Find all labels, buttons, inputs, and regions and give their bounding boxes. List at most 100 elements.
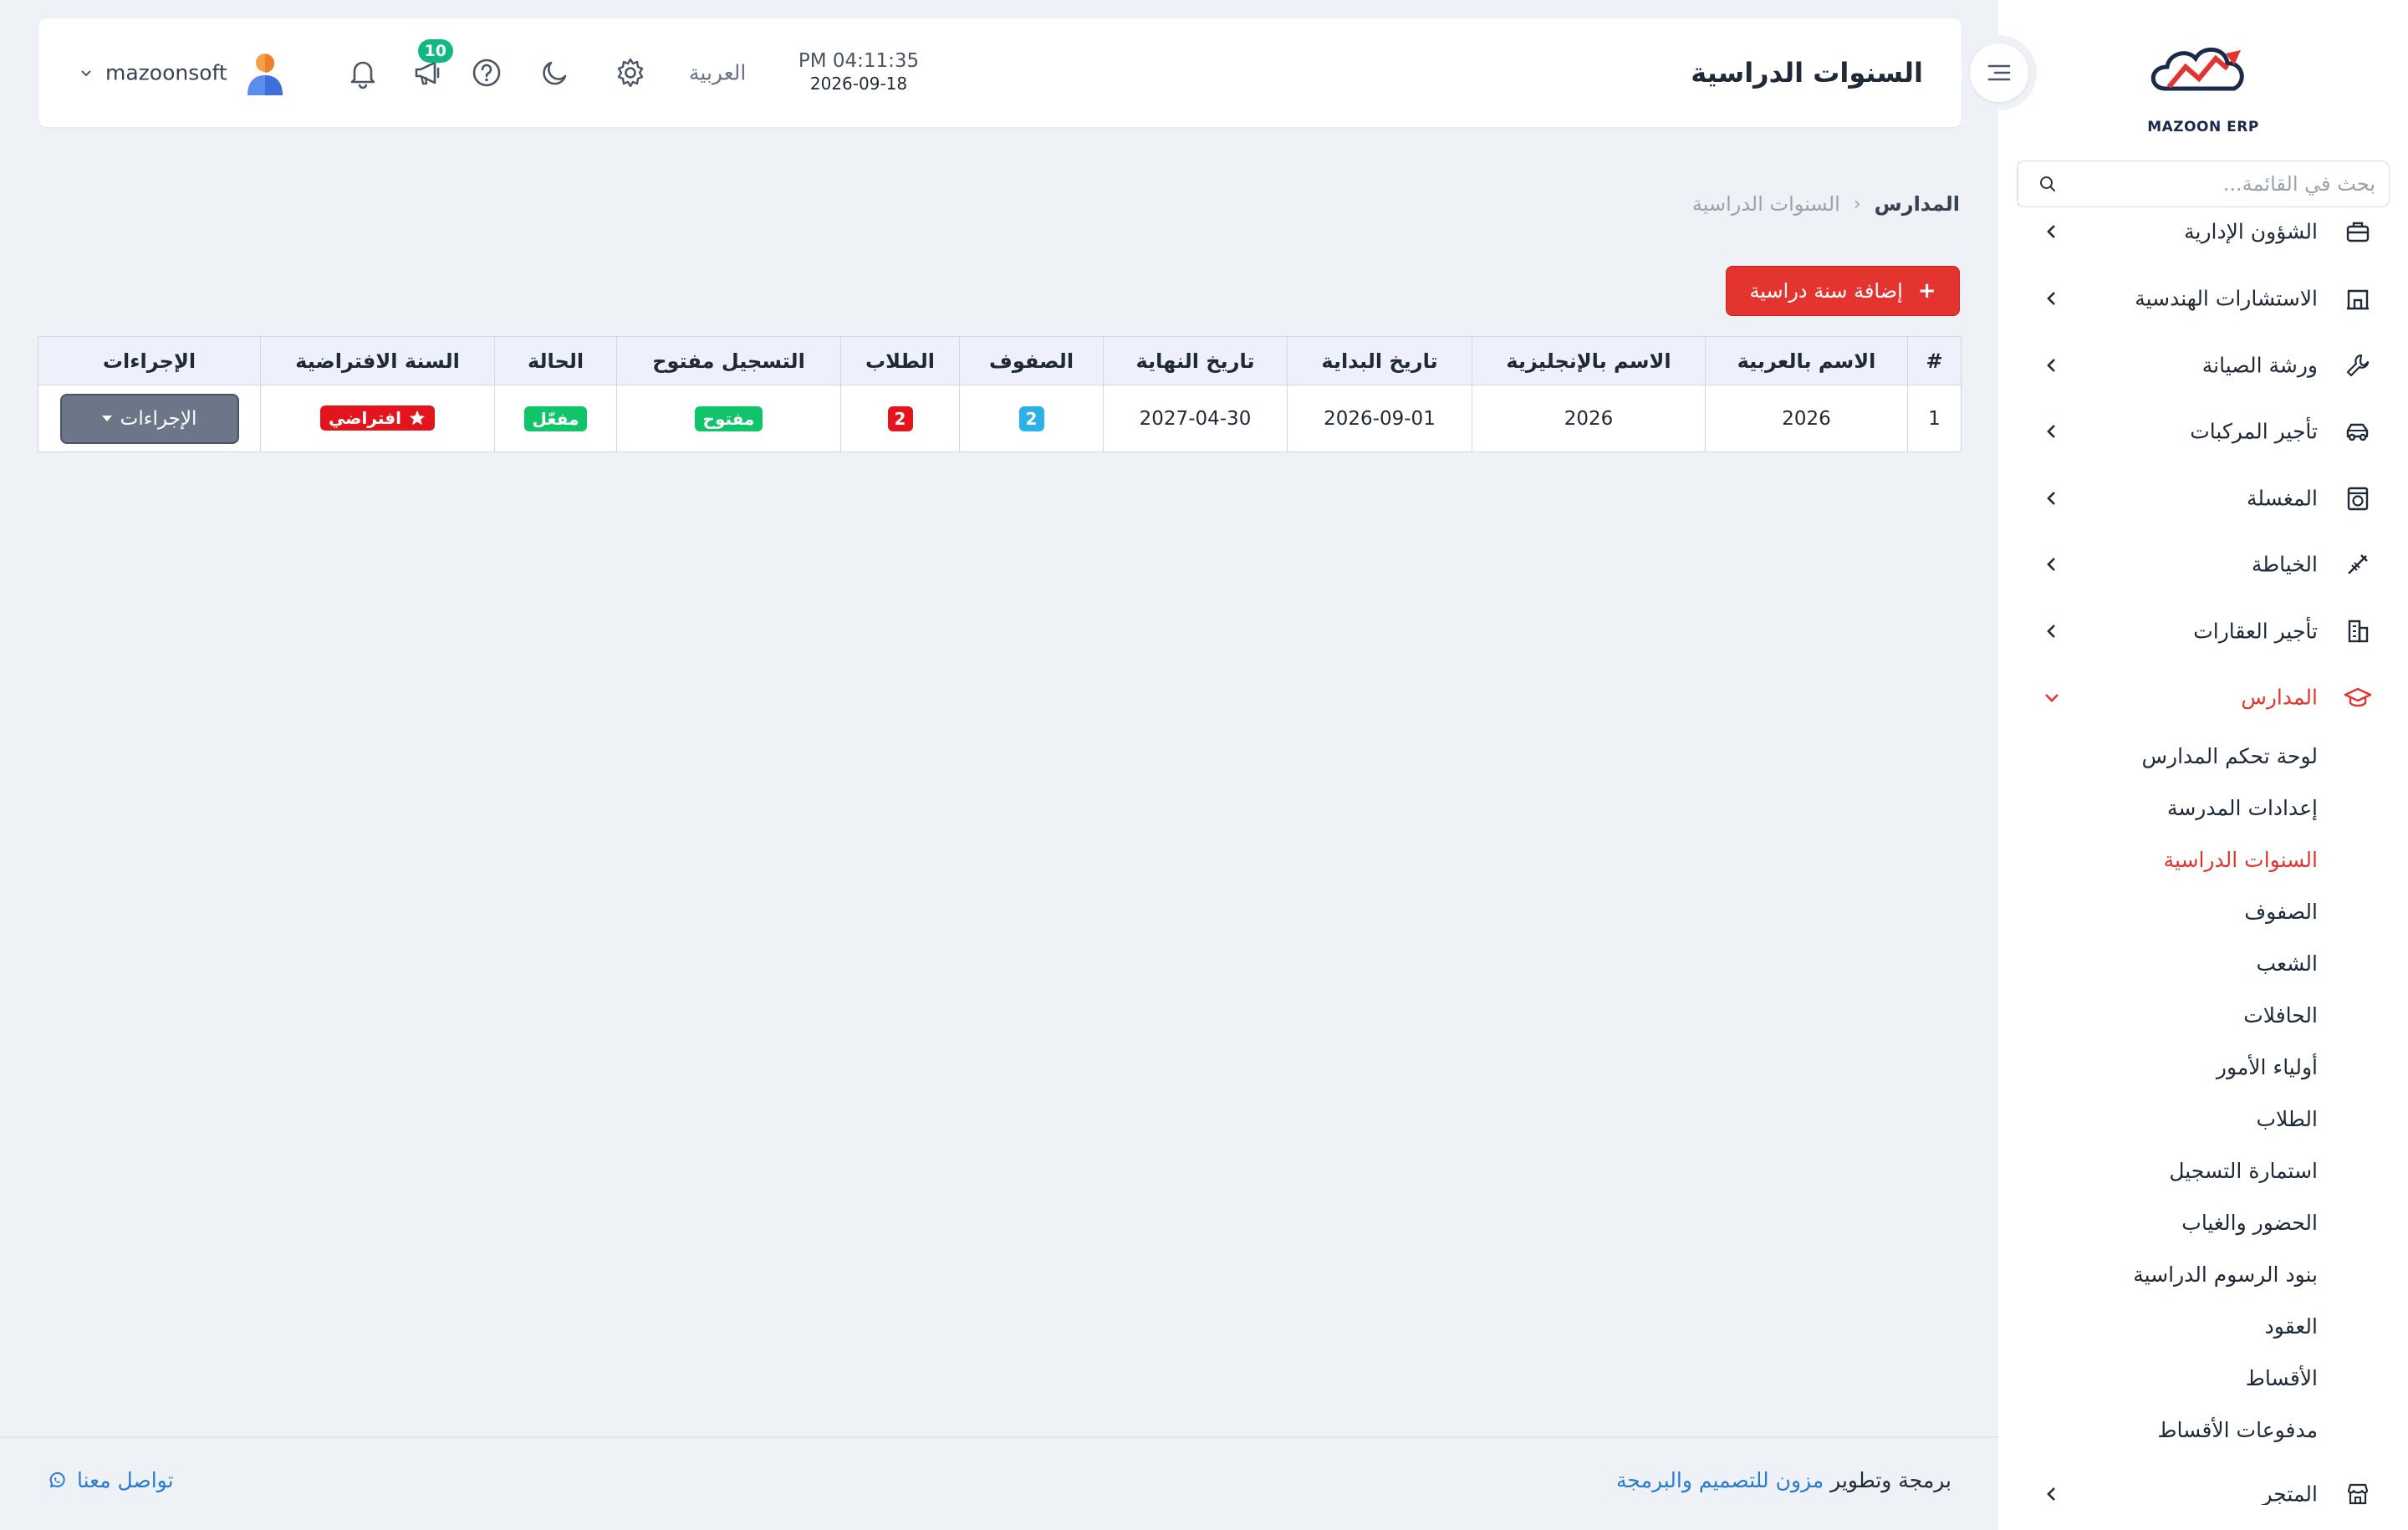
chevron-left-icon bbox=[2047, 425, 2055, 438]
notifications-bell-icon[interactable] bbox=[344, 54, 381, 91]
breadcrumb: المدارس ‹ السنوات الدراسية bbox=[1692, 192, 1960, 216]
sidebar-item-label: المتجر bbox=[2262, 1482, 2319, 1506]
page-title: السنوات الدراسية bbox=[1691, 57, 1923, 89]
footer-divider bbox=[0, 1436, 1998, 1438]
clock: PM 04:11:35 2026-09-18 bbox=[796, 50, 921, 94]
academic-years-table-wrapper: # الاسم بالعربية الاسم بالإنجليزية تاريخ… bbox=[38, 336, 1962, 452]
cell-status: مفعّل bbox=[494, 385, 617, 452]
chevron-left-icon bbox=[2047, 1487, 2055, 1501]
submenu-item-grades[interactable]: الصفوف bbox=[2244, 900, 2318, 924]
clock-time: PM 04:11:35 bbox=[798, 50, 920, 72]
submenu-item-installment-payments[interactable]: مدفوعات الأقساط bbox=[2157, 1418, 2318, 1442]
user-avatar[interactable] bbox=[244, 50, 286, 95]
star-icon bbox=[409, 410, 426, 425]
sidebar-toggle-button[interactable] bbox=[1962, 35, 2037, 110]
submenu-item-installments[interactable]: الأقساط bbox=[2246, 1366, 2318, 1390]
breadcrumb-root[interactable]: المدارس bbox=[1875, 192, 1960, 216]
wrench-icon bbox=[2343, 350, 2373, 380]
submenu-item-schools-dashboard[interactable]: لوحة تحكم المدارس bbox=[2142, 744, 2319, 768]
submenu-item-attendance[interactable]: الحضور والغياب bbox=[2181, 1211, 2318, 1235]
sidebar-item-maintenance-workshop[interactable]: ورشة الصيانة bbox=[1998, 336, 2408, 395]
add-button-label: إضافة سنة دراسية bbox=[1749, 279, 1903, 303]
col-header-name-ar[interactable]: الاسم بالعربية bbox=[1705, 336, 1908, 385]
notification-count-badge: 10 bbox=[417, 39, 453, 63]
washer-icon bbox=[2343, 483, 2373, 513]
settings-gear-icon[interactable] bbox=[612, 54, 649, 91]
chevron-left-icon bbox=[2047, 225, 2055, 238]
submenu-item-academic-years[interactable]: السنوات الدراسية bbox=[2164, 848, 2318, 872]
mazoon-erp-logo[interactable]: MAZOON ERP bbox=[2132, 30, 2274, 135]
footer-credits: برمجة وتطوير مزون للتصميم والبرمجة bbox=[1616, 1468, 1951, 1492]
col-header-start-date[interactable]: تاريخ البداية bbox=[1287, 336, 1472, 385]
search-icon[interactable] bbox=[2018, 161, 2076, 207]
username[interactable]: mazoonsoft bbox=[105, 61, 227, 85]
submenu-item-school-settings[interactable]: إعدادات المدرسة bbox=[2167, 796, 2318, 820]
caret-down-icon bbox=[101, 416, 112, 421]
contact-us-label: تواصل معنا bbox=[77, 1468, 174, 1492]
col-header-actions: الإجراءات bbox=[38, 336, 261, 385]
dark-mode-moon-icon[interactable] bbox=[537, 54, 574, 91]
cell-actions: الإجراءات bbox=[38, 385, 261, 452]
breadcrumb-current: السنوات الدراسية bbox=[1691, 192, 1840, 216]
cell-classes: 2 bbox=[959, 385, 1104, 452]
cell-students: 2 bbox=[840, 385, 960, 452]
submenu-item-fee-items[interactable]: بنود الرسوم الدراسية bbox=[2133, 1262, 2318, 1287]
office-building-icon bbox=[2343, 616, 2373, 646]
plus-icon: + bbox=[1917, 278, 1936, 303]
col-header-registration[interactable]: التسجيل مفتوح bbox=[616, 336, 841, 385]
status-active-badge: مفعّل bbox=[523, 405, 588, 431]
sidebar-item-label: الاستشارات الهندسية bbox=[2135, 286, 2318, 311]
default-year-label: افتراضي bbox=[329, 407, 401, 428]
col-header-end-date[interactable]: تاريخ النهاية bbox=[1103, 336, 1288, 385]
car-icon bbox=[2343, 416, 2373, 446]
sidebar-item-real-estate-rental[interactable]: تأجير العقارات bbox=[1998, 602, 2408, 660]
sidebar-item-laundry[interactable]: المغسلة bbox=[1998, 469, 2408, 528]
submenu-item-sections[interactable]: الشعب bbox=[2257, 951, 2318, 976]
contact-us-link[interactable]: تواصل معنا bbox=[47, 1468, 174, 1492]
col-header-classes[interactable]: الصفوف bbox=[959, 336, 1104, 385]
cell-name-ar: 2026 bbox=[1705, 385, 1908, 452]
footer-company-link[interactable]: مزون للتصميم والبرمجة bbox=[1616, 1468, 1824, 1492]
submenu-item-buses[interactable]: الحافلات bbox=[2243, 1003, 2318, 1028]
help-icon[interactable] bbox=[468, 54, 505, 91]
sidebar-item-store[interactable]: المتجر bbox=[1998, 1465, 2408, 1505]
row-actions-dropdown-button[interactable]: الإجراءات bbox=[59, 393, 239, 444]
sidebar-item-engineering-consulting[interactable]: الاستشارات الهندسية bbox=[1998, 269, 2408, 328]
sidebar-item-label: ورشة الصيانة bbox=[2201, 353, 2318, 378]
chevron-down-icon bbox=[2045, 694, 2059, 702]
chevron-down-icon[interactable] bbox=[79, 65, 94, 80]
sidebar-item-label: الخياطة bbox=[2251, 552, 2318, 577]
top-header: السنوات الدراسية PM 04:11:35 2026-09-18 … bbox=[38, 18, 1962, 127]
store-icon bbox=[2343, 1479, 2373, 1505]
submenu-item-contracts[interactable]: العقود bbox=[2265, 1314, 2318, 1339]
actions-button-label: الإجراءات bbox=[120, 407, 197, 430]
registration-open-badge: مفتوح bbox=[694, 405, 763, 431]
chevron-left-icon bbox=[2047, 625, 2055, 638]
submenu-item-guardians[interactable]: أولياء الأمور bbox=[2217, 1055, 2318, 1079]
sidebar-item-tailoring[interactable]: الخياطة bbox=[1998, 535, 2408, 594]
add-academic-year-button[interactable]: + إضافة سنة دراسية bbox=[1726, 266, 1960, 316]
sidebar-item-label: المدارس bbox=[2241, 685, 2318, 710]
cell-default-year: افتراضي bbox=[260, 385, 495, 452]
col-header-name-en[interactable]: الاسم بالإنجليزية bbox=[1472, 336, 1706, 385]
cell-name-en: 2026 bbox=[1472, 385, 1706, 452]
col-header-students[interactable]: الطلاب bbox=[840, 336, 960, 385]
table-row: 1 2026 2026 2026-09-01 2027-04-30 2 2 مف… bbox=[38, 385, 1962, 452]
chevron-left-icon bbox=[2047, 359, 2055, 372]
col-header-status[interactable]: الحالة bbox=[494, 336, 617, 385]
menu-search-input[interactable] bbox=[2076, 161, 2389, 207]
submenu-item-registration-form[interactable]: استمارة التسجيل bbox=[2169, 1159, 2318, 1183]
sidebar-item-vehicle-rental[interactable]: تأجير المركبات bbox=[1998, 402, 2408, 461]
logo-graphic-icon bbox=[2150, 47, 2244, 91]
cell-registration: مفتوح bbox=[616, 385, 841, 452]
classes-count-badge: 2 bbox=[1018, 405, 1044, 431]
language-switcher[interactable]: العربية bbox=[689, 61, 746, 85]
menu-toggle-icon bbox=[1970, 43, 2028, 102]
sidebar-item-schools[interactable]: المدارس bbox=[1998, 668, 2408, 727]
announcements-megaphone-icon[interactable]: 10 bbox=[410, 39, 453, 91]
col-header-default-year[interactable]: السنة الافتراضية bbox=[260, 336, 495, 385]
sidebar-item-administrative-affairs[interactable]: الشؤون الإدارية bbox=[1998, 209, 2408, 261]
submenu-item-students[interactable]: الطلاب bbox=[2256, 1107, 2318, 1131]
default-year-badge: افتراضي bbox=[320, 405, 435, 431]
sidebar-item-label: تأجير المركبات bbox=[2190, 419, 2318, 444]
